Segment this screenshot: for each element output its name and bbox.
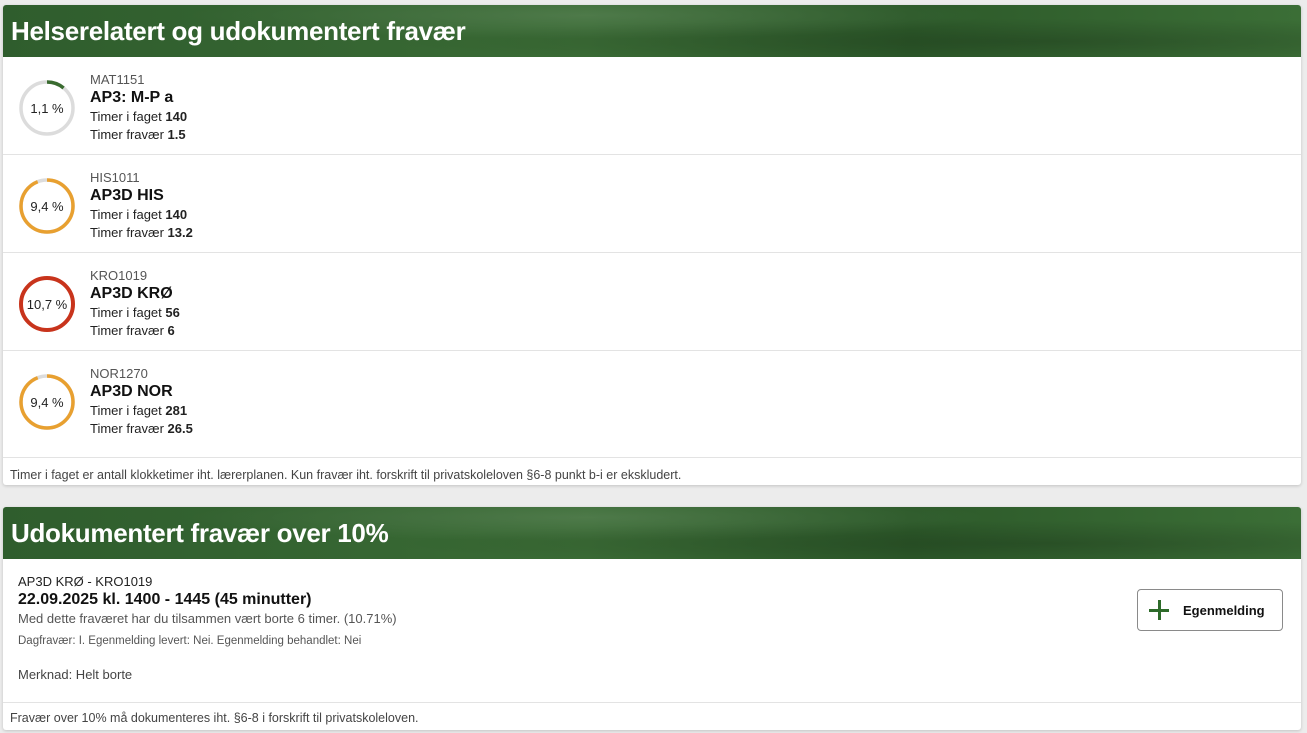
absence-course: AP3D KRØ - KRO1019 bbox=[18, 574, 153, 589]
health-absence-card: Helserelatert og udokumentert fravær 1,1… bbox=[3, 5, 1301, 485]
course-code: HIS1011 bbox=[90, 170, 140, 185]
absence-progress-ring: 9,4 % bbox=[18, 373, 76, 431]
course-list: 1,1 % MAT1151 AP3: M-P a Timer i faget 1… bbox=[3, 57, 1301, 458]
absence-percent: 9,4 % bbox=[30, 198, 64, 214]
absence-progress-ring: 10,7 % bbox=[18, 275, 76, 333]
absence-percent: 10,7 % bbox=[26, 296, 68, 312]
absence-line: Timer fravær 6 bbox=[90, 322, 180, 340]
self-report-button[interactable]: Egenmelding bbox=[1137, 589, 1283, 631]
hours-value: 56 bbox=[165, 305, 180, 320]
course-code: MAT1151 bbox=[90, 72, 145, 87]
course-row: 9,4 % NOR1270 AP3D NOR Timer i faget 281… bbox=[3, 351, 1301, 458]
absence-label: Timer fravær bbox=[90, 225, 164, 240]
course-code: KRO1019 bbox=[90, 268, 148, 283]
course-code: NOR1270 bbox=[90, 366, 148, 381]
course-name: AP3D NOR bbox=[90, 383, 173, 400]
absence-value: 26.5 bbox=[167, 421, 193, 436]
course-row: 9,4 % HIS1011 AP3D HIS Timer i faget 140… bbox=[3, 155, 1301, 253]
absence-label: Timer fravær bbox=[90, 323, 164, 338]
absence-meta: Dagfravær: I. Egenmelding levert: Nei. E… bbox=[18, 635, 362, 647]
section-title-health-absence: Helserelatert og udokumentert fravær bbox=[3, 5, 1301, 57]
absence-line: Timer fravær 26.5 bbox=[90, 420, 193, 438]
course-row: 1,1 % MAT1151 AP3: M-P a Timer i faget 1… bbox=[3, 57, 1301, 155]
absence-entry: AP3D KRØ - KRO1019 22.09.2025 kl. 1400 -… bbox=[3, 559, 1301, 703]
hours-value: 140 bbox=[165, 109, 188, 124]
self-report-label: Egenmelding bbox=[1183, 602, 1265, 618]
documentation-footnote: Fravær over 10% må dokumenteres iht. §6-… bbox=[10, 711, 419, 725]
absence-line: Timer fravær 13.2 bbox=[90, 224, 193, 242]
absence-percent: 1,1 % bbox=[30, 100, 64, 116]
absence-label: Timer fravær bbox=[90, 421, 164, 436]
absence-summary: Med dette fraværet har du tilsammen vært… bbox=[18, 611, 397, 626]
absence-percent: 9,4 % bbox=[30, 394, 64, 410]
undocumented-absence-card: Udokumentert fravær over 10% AP3D KRØ - … bbox=[3, 507, 1301, 730]
course-info: MAT1151 AP3: M-P a Timer i faget 140 Tim… bbox=[90, 72, 187, 144]
hours-footnote: Timer i faget er antall klokketimer iht.… bbox=[10, 468, 682, 482]
course-info: HIS1011 AP3D HIS Timer i faget 140 Timer… bbox=[90, 170, 193, 242]
course-name: AP3D HIS bbox=[90, 187, 164, 204]
course-name: AP3: M-P a bbox=[90, 89, 174, 106]
hours-line: Timer i faget 140 bbox=[90, 108, 187, 126]
absence-progress-ring: 1,1 % bbox=[18, 79, 76, 137]
absence-progress-ring: 9,4 % bbox=[18, 177, 76, 235]
plus-icon bbox=[1149, 600, 1169, 620]
absence-label: Timer fravær bbox=[90, 127, 164, 142]
hours-line: Timer i faget 281 bbox=[90, 402, 193, 420]
hours-line: Timer i faget 140 bbox=[90, 206, 193, 224]
hours-label: Timer i faget bbox=[90, 305, 162, 320]
course-row: 10,7 % KRO1019 AP3D KRØ Timer i faget 56… bbox=[3, 253, 1301, 351]
absence-date: 22.09.2025 kl. 1400 - 1445 (45 minutter) bbox=[18, 591, 312, 608]
section-title-undocumented-absence: Udokumentert fravær over 10% bbox=[3, 507, 1301, 559]
absence-note: Merknad: Helt borte bbox=[18, 667, 133, 682]
absence-value: 1.5 bbox=[167, 127, 186, 142]
hours-label: Timer i faget bbox=[90, 109, 162, 124]
absence-value: 6 bbox=[167, 323, 175, 338]
course-name: AP3D KRØ bbox=[90, 285, 173, 302]
hours-label: Timer i faget bbox=[90, 403, 162, 418]
absence-value: 13.2 bbox=[167, 225, 193, 240]
absence-line: Timer fravær 1.5 bbox=[90, 126, 187, 144]
course-info: NOR1270 AP3D NOR Timer i faget 281 Timer… bbox=[90, 366, 193, 438]
hours-line: Timer i faget 56 bbox=[90, 304, 180, 322]
hours-label: Timer i faget bbox=[90, 207, 162, 222]
hours-value: 281 bbox=[165, 403, 188, 418]
hours-value: 140 bbox=[165, 207, 188, 222]
course-info: KRO1019 AP3D KRØ Timer i faget 56 Timer … bbox=[90, 268, 180, 340]
